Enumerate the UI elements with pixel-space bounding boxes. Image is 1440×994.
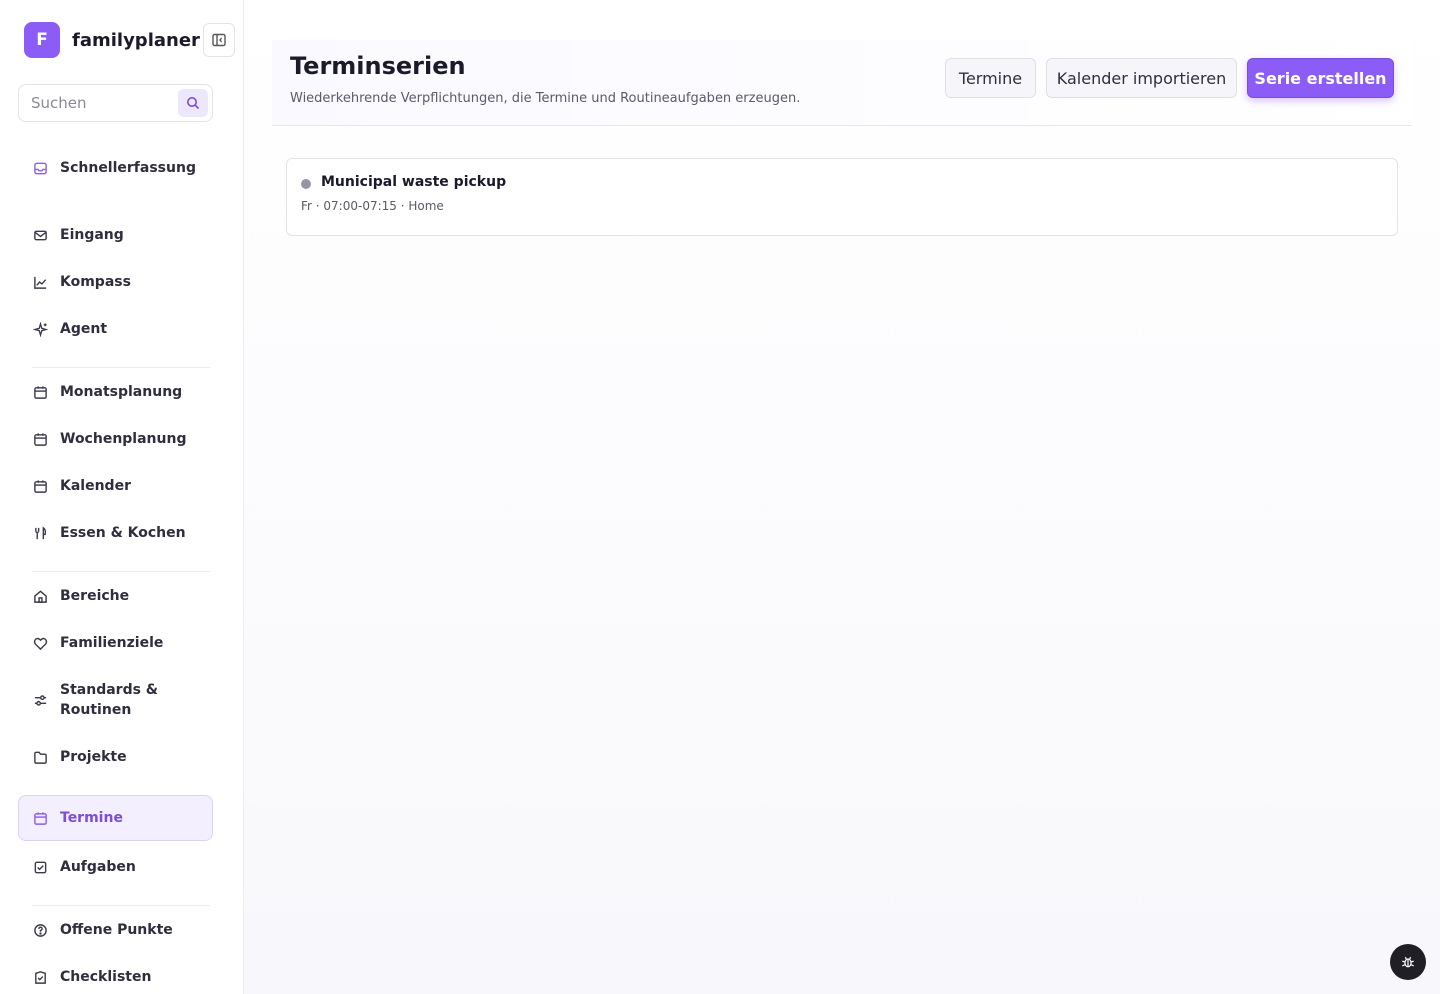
sidebar-item-label: Aufgaben bbox=[60, 859, 136, 875]
chart-line-icon bbox=[32, 274, 48, 290]
sidebar-item-monatsplanung[interactable]: Monatsplanung bbox=[18, 381, 213, 403]
sidebar-item-termine[interactable]: Termine bbox=[18, 795, 213, 841]
sparkles-icon bbox=[32, 321, 48, 337]
app-logo: F bbox=[24, 22, 60, 58]
sidebar-item-label: Wochenplanung bbox=[60, 431, 187, 447]
sidebar-item-kalender[interactable]: Kalender bbox=[18, 475, 213, 497]
bug-icon bbox=[1402, 956, 1414, 968]
sidebar-item-aufgaben[interactable]: Aufgaben bbox=[18, 856, 213, 878]
sidebar-item-checklisten[interactable]: Checklisten bbox=[18, 966, 213, 988]
sidebar-item-kompass[interactable]: Kompass bbox=[18, 271, 213, 293]
search-icon bbox=[187, 97, 200, 110]
search-button[interactable] bbox=[178, 89, 208, 117]
page-title: Terminserien bbox=[290, 52, 466, 80]
sidebar-item-schnellerfassung[interactable]: Schnellerfassung bbox=[18, 157, 213, 179]
calendar-icon bbox=[32, 478, 48, 494]
sidebar-collapse-button[interactable] bbox=[203, 23, 235, 57]
sidebar-divider bbox=[32, 571, 210, 572]
sidebar-item-label: Familienziele bbox=[60, 635, 164, 651]
page-subtitle: Wiederkehrende Verpflichtungen, die Term… bbox=[290, 91, 801, 106]
calendar-icon bbox=[32, 431, 48, 447]
page-header: Terminserien Wiederkehrende Verpflichtun… bbox=[272, 40, 1412, 126]
sidebar-item-eingang[interactable]: Eingang bbox=[18, 224, 213, 246]
import-calendar-button[interactable]: Kalender importieren bbox=[1046, 58, 1237, 98]
main-content: Terminserien Wiederkehrende Verpflichtun… bbox=[244, 0, 1440, 994]
sidebar-item-agent[interactable]: Agent bbox=[18, 318, 213, 340]
home-icon bbox=[32, 588, 48, 604]
sidebar-item-label: Kalender bbox=[60, 478, 131, 494]
sidebar-item-label: Kompass bbox=[60, 274, 131, 290]
inbox-icon bbox=[32, 160, 48, 176]
heart-icon bbox=[32, 635, 48, 651]
termine-button[interactable]: Termine bbox=[945, 58, 1036, 98]
series-status-dot bbox=[301, 179, 311, 189]
sidebar-item-label: Schnellerfassung bbox=[60, 160, 196, 176]
check-square-icon bbox=[32, 859, 48, 875]
sidebar-item-label: Projekte bbox=[60, 749, 127, 765]
sidebar: F familyplaner Schnellerfassung Eingang … bbox=[0, 0, 244, 994]
folder-icon bbox=[32, 749, 48, 765]
create-series-button[interactable]: Serie erstellen bbox=[1247, 58, 1394, 98]
search-box bbox=[18, 84, 213, 122]
sidebar-item-label: Checklisten bbox=[60, 969, 152, 985]
sidebar-item-label: Agent bbox=[60, 321, 108, 337]
sidebar-item-bereiche[interactable]: Bereiche bbox=[18, 585, 213, 607]
panel-left-icon bbox=[212, 33, 226, 47]
utensils-icon bbox=[32, 525, 48, 541]
app-name: familyplaner bbox=[72, 29, 200, 51]
series-meta: Fr · 07:00-07:15 · Home bbox=[301, 199, 444, 213]
series-card[interactable]: Municipal waste pickup Fr · 07:00-07:15 … bbox=[286, 158, 1398, 236]
sidebar-item-essen-kochen[interactable]: Essen & Kochen bbox=[18, 522, 213, 544]
sidebar-item-label: Eingang bbox=[60, 227, 124, 243]
help-circle-icon bbox=[32, 922, 48, 938]
sidebar-item-wochenplanung[interactable]: Wochenplanung bbox=[18, 428, 213, 450]
checklist-icon bbox=[32, 969, 48, 985]
brand: F familyplaner bbox=[24, 22, 200, 58]
calendar-icon bbox=[32, 384, 48, 400]
sidebar-item-label: Termine bbox=[60, 810, 123, 826]
sliders-icon bbox=[32, 692, 48, 708]
mail-icon bbox=[32, 227, 48, 243]
sidebar-divider bbox=[32, 905, 210, 906]
sidebar-item-standards-routinen[interactable]: Standards & Routinen bbox=[18, 679, 213, 721]
sidebar-item-projekte[interactable]: Projekte bbox=[18, 746, 213, 768]
search-input[interactable] bbox=[31, 94, 171, 112]
calendar-icon bbox=[32, 810, 48, 826]
sidebar-divider bbox=[32, 367, 210, 368]
sidebar-item-familienziele[interactable]: Familienziele bbox=[18, 632, 213, 654]
sidebar-item-label: Offene Punkte bbox=[60, 922, 173, 938]
sidebar-item-label: Standards & Routinen bbox=[60, 682, 158, 718]
sidebar-item-label: Monatsplanung bbox=[60, 384, 183, 400]
sidebar-item-label: Bereiche bbox=[60, 588, 130, 604]
sidebar-item-offene-punkte[interactable]: Offene Punkte bbox=[18, 919, 213, 941]
series-title: Municipal waste pickup bbox=[321, 174, 507, 190]
debug-button[interactable] bbox=[1390, 944, 1426, 980]
sidebar-item-label: Essen & Kochen bbox=[60, 525, 186, 541]
